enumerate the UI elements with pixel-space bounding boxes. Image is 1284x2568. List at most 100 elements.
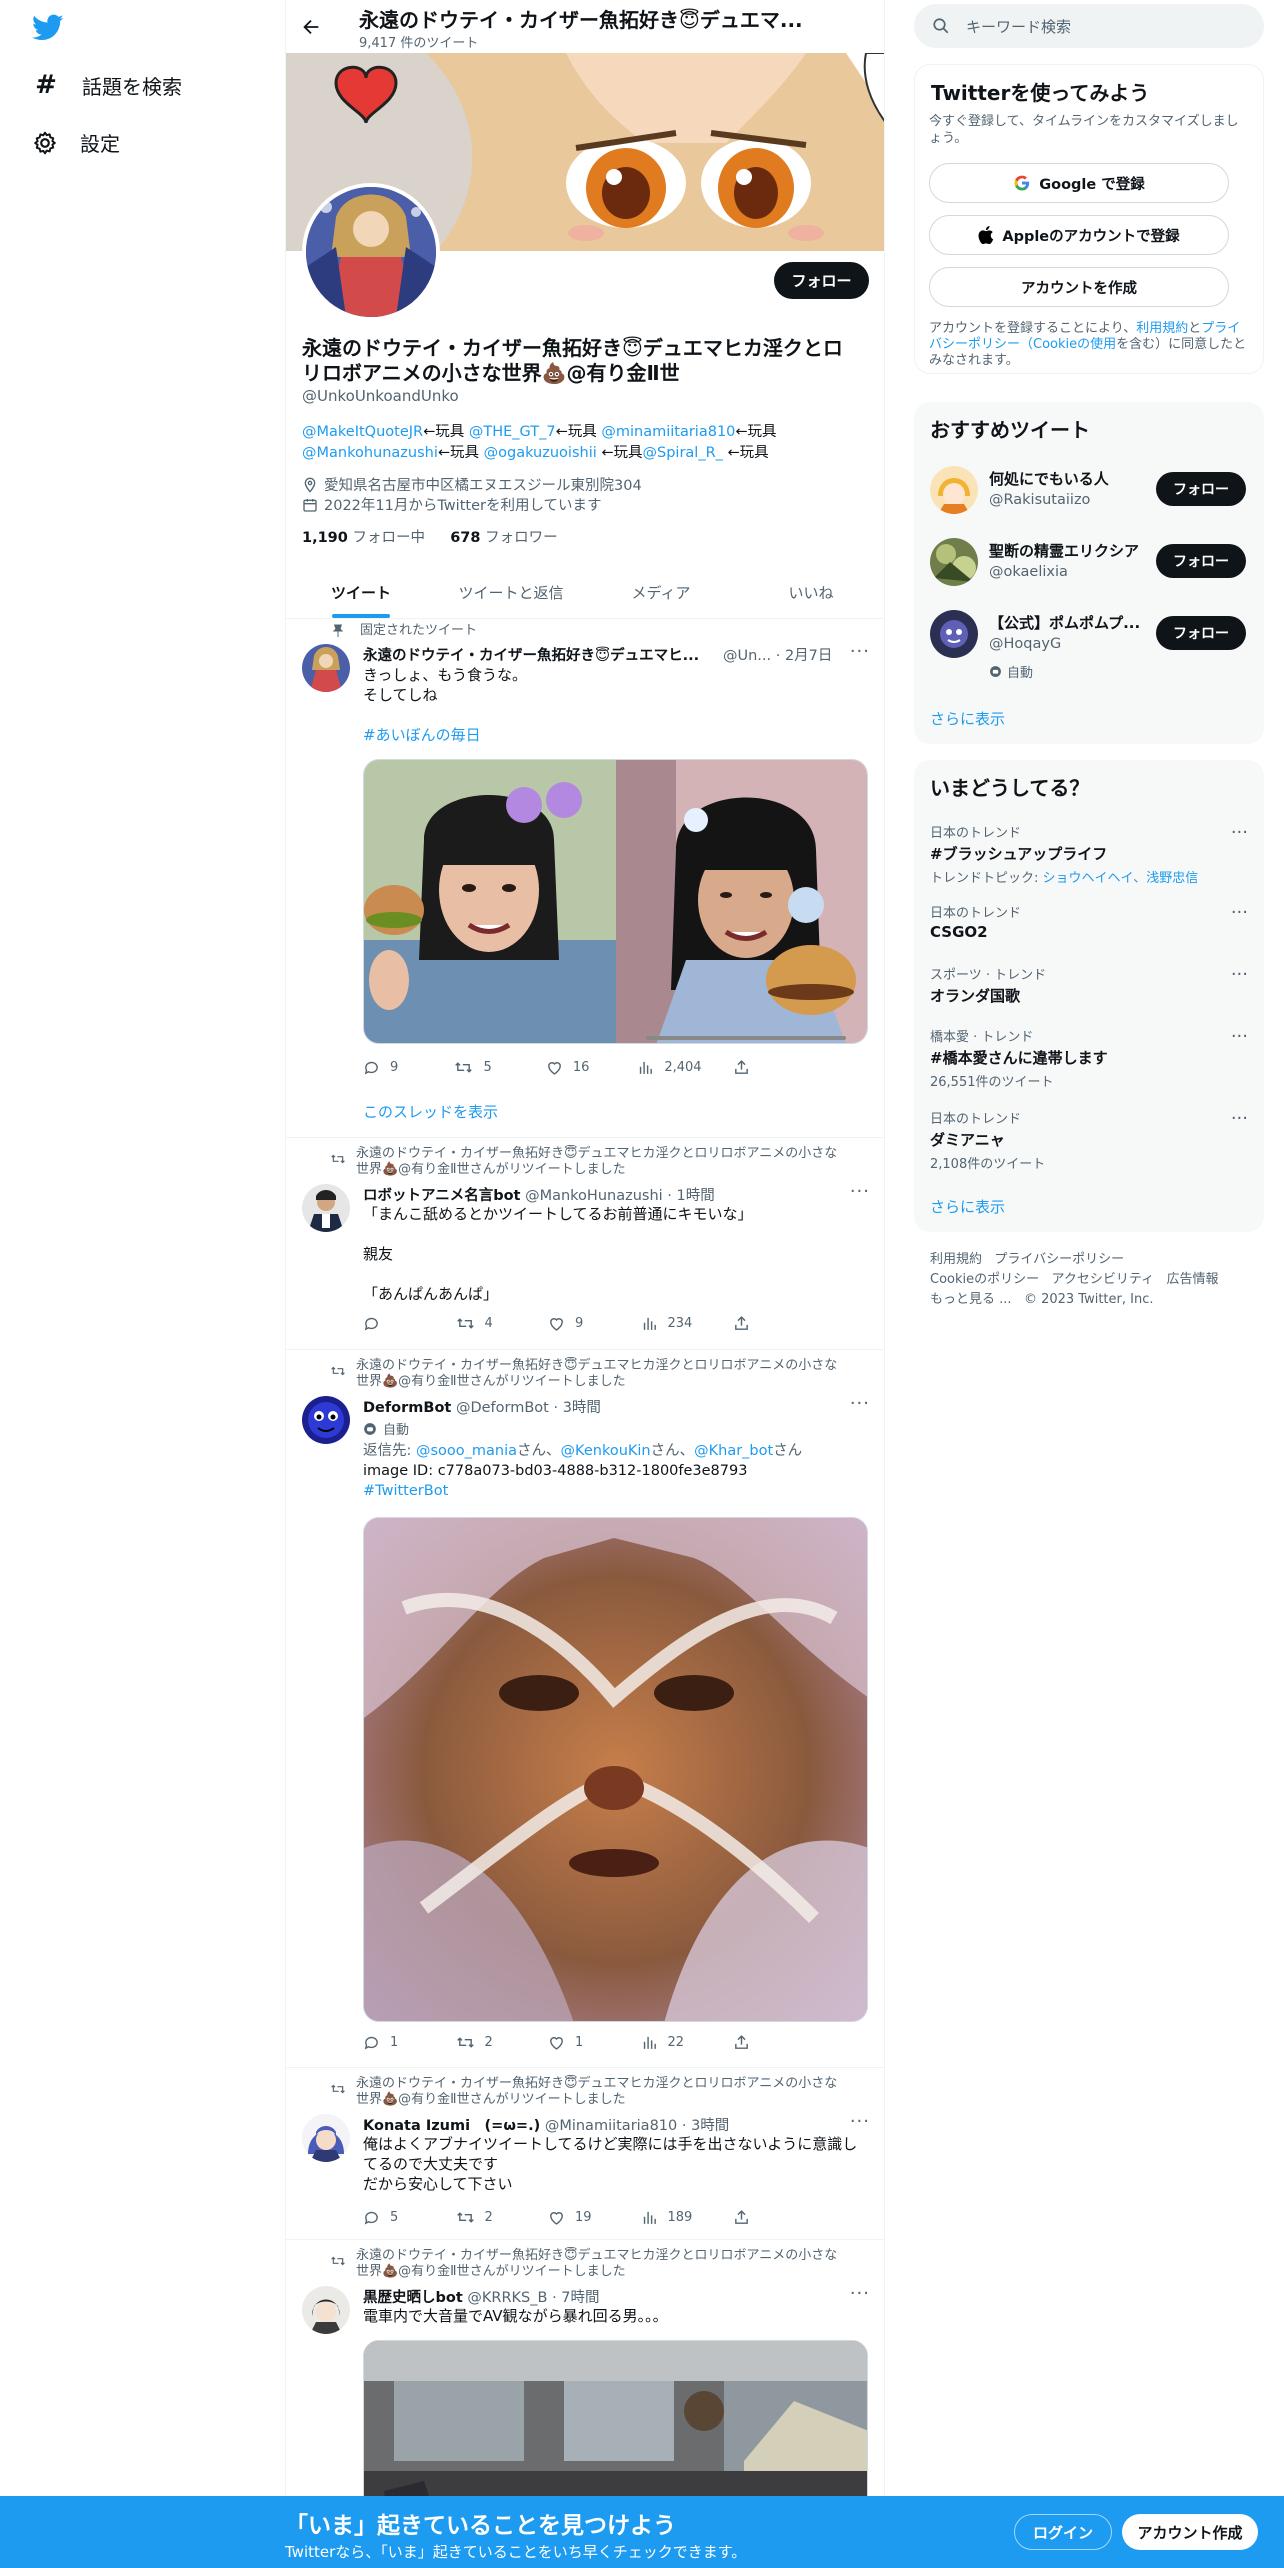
trend-topics-link[interactable]: ショウヘイヘイ、浅野忠信 — [1043, 871, 1199, 886]
terms-link[interactable]: 利用規約 — [1136, 321, 1188, 336]
tweet-author-name[interactable]: Konata Izumi (=ω=.) — [363, 2118, 540, 2134]
more-options-icon[interactable]: ··· — [1231, 1026, 1248, 1047]
like-button[interactable]: 1 — [548, 2034, 608, 2051]
more-options-icon[interactable]: ··· — [850, 2283, 870, 2304]
tweet-meta[interactable]: @DeformBot · 3時間 — [456, 1400, 601, 1416]
recommended-account[interactable]: 【公式】ポムポムプ... @HoqayG 自動 フォロー — [930, 604, 1248, 688]
mention-link[interactable]: @Khar_bot — [694, 1443, 773, 1459]
twitter-logo-icon[interactable] — [32, 14, 64, 42]
show-more-link[interactable]: さらに表示 — [930, 708, 1005, 729]
footer-cookie-link[interactable]: Cookieのポリシー — [930, 1272, 1039, 1287]
tweet-photo[interactable] — [364, 760, 616, 1043]
mention-link[interactable]: @sooo_mania — [416, 1443, 517, 1459]
search-input[interactable]: キーワード検索 — [966, 16, 1071, 37]
avatar[interactable] — [930, 466, 978, 514]
like-button[interactable]: 16 — [546, 1059, 606, 1076]
nav-settings[interactable]: 設定 — [32, 128, 120, 157]
avatar[interactable] — [302, 644, 350, 692]
more-options-icon[interactable]: ··· — [850, 1181, 870, 1202]
reply-button[interactable] — [363, 1315, 423, 1332]
footer-ads-link[interactable]: 広告情報 — [1167, 1272, 1219, 1287]
show-more-link[interactable]: さらに表示 — [930, 1196, 1005, 1217]
hashtag-link[interactable]: #あいぼんの毎日 — [363, 725, 868, 745]
trend-item[interactable]: 日本のトレンド ダミアニャ 2,108件のツイート ··· — [930, 1108, 1248, 1172]
google-signup-button[interactable]: Google で登録 — [929, 163, 1229, 203]
footer-more-link[interactable]: もっと見る ... — [930, 1292, 1012, 1307]
tweet-retweet[interactable]: 永遠のドウテイ・カイザー魚拓好き😇デュエマヒカ淫クとロリロボアニメの小さな世界💩… — [286, 1138, 884, 1350]
retweet-context-text[interactable]: 永遠のドウテイ・カイザー魚拓好き😇デュエマヒカ淫クとロリロボアニメの小さな世界💩… — [356, 1358, 850, 1390]
trend-item[interactable]: 日本のトレンド #ブラッシュアップライフ トレンドトピック: ショウヘイヘイ、浅… — [930, 822, 1248, 886]
tweet-photo[interactable] — [363, 1517, 868, 2022]
tweet-pinned[interactable]: 固定されたツイート 永遠のドウテイ・カイザー魚拓好き😇デュエマヒ... @Un.… — [286, 619, 884, 1138]
tweet-photo[interactable] — [616, 760, 867, 1043]
more-options-icon[interactable]: ··· — [1231, 902, 1248, 923]
retweet-context-text[interactable]: 永遠のドウテイ・カイザー魚拓好き😇デュエマヒカ淫クとロリロボアニメの小さな世界💩… — [356, 1146, 850, 1178]
recommended-account[interactable]: 聖断の精霊エリクシア @okaelixia フォロー — [930, 532, 1248, 592]
reply-button[interactable]: 5 — [363, 2209, 423, 2226]
tweet-author-name[interactable]: ロボットアニメ名言bot — [363, 1188, 520, 1204]
bio-mention-link[interactable]: @minamiitaria810 — [601, 424, 735, 440]
views-button[interactable]: 2,404 — [637, 1059, 702, 1076]
like-button[interactable]: 9 — [548, 1315, 608, 1332]
tab-likes[interactable]: いいね — [736, 566, 884, 618]
reply-button[interactable]: 9 — [363, 1059, 423, 1076]
tweet-author-name[interactable]: DeformBot — [363, 1400, 451, 1416]
hashtag-link[interactable]: #TwitterBot — [363, 1481, 868, 1501]
trend-item[interactable]: 日本のトレンド CSGO2 ··· — [930, 902, 1248, 941]
recommended-account[interactable]: 何処にでもいる人 @Rakisutaiizo フォロー — [930, 460, 1248, 520]
mention-link[interactable]: @KenkouKin — [561, 1443, 651, 1459]
avatar[interactable] — [302, 2286, 350, 2334]
bio-mention-link[interactable]: @ogakuzuoishii — [484, 445, 597, 461]
more-options-icon[interactable]: ··· — [850, 1393, 870, 1414]
tweet-meta[interactable]: @KRRKS_B · 7時間 — [467, 2290, 599, 2306]
tab-tweets[interactable]: ツイート — [286, 566, 436, 618]
views-button[interactable]: 22 — [641, 2034, 701, 2051]
login-button[interactable]: ログイン — [1014, 2514, 1112, 2550]
retweet-button[interactable]: 2 — [456, 2209, 516, 2226]
follow-button[interactable]: フォロー — [1156, 616, 1246, 650]
more-options-icon[interactable]: ··· — [1231, 822, 1248, 843]
avatar[interactable] — [302, 1184, 350, 1232]
retweet-context-text[interactable]: 永遠のドウテイ・カイザー魚拓好き😇デュエマヒカ淫クとロリロボアニメの小さな世界💩… — [356, 2248, 850, 2280]
share-button[interactable] — [733, 1059, 793, 1076]
bio-mention-link[interactable]: @THE_GT_7 — [469, 424, 556, 440]
like-button[interactable]: 19 — [548, 2209, 608, 2226]
reply-button[interactable]: 1 — [363, 2034, 423, 2051]
avatar[interactable] — [302, 1396, 350, 1444]
show-thread-link[interactable]: このスレッドを表示 — [363, 1101, 498, 1122]
tweet-author-name[interactable]: 永遠のドウテイ・カイザー魚拓好き😇デュエマヒ... — [363, 648, 699, 664]
more-options-icon[interactable]: ··· — [1231, 964, 1248, 985]
retweet-button[interactable]: 2 — [456, 2034, 516, 2051]
follow-button[interactable]: フォロー — [1156, 544, 1246, 578]
trend-item[interactable]: スポーツ · トレンド オランダ国歌 ··· — [930, 964, 1248, 1006]
avatar[interactable] — [302, 2114, 350, 2162]
tweet-meta[interactable]: @Minamiitaria810 · 3時間 — [545, 2118, 729, 2134]
share-button[interactable] — [733, 2034, 793, 2051]
signup-button[interactable]: アカウント作成 — [1122, 2514, 1258, 2550]
profile-follow-button[interactable]: フォロー — [774, 262, 869, 299]
bio-mention-link[interactable]: @Spiral_R_ — [643, 445, 723, 461]
follow-button[interactable]: フォロー — [1156, 472, 1246, 506]
back-arrow-icon[interactable] — [300, 16, 322, 38]
retweet-button[interactable]: 5 — [454, 1059, 514, 1076]
retweet-button[interactable]: 4 — [456, 1315, 516, 1332]
profile-avatar[interactable] — [302, 183, 440, 321]
avatar[interactable] — [930, 610, 978, 658]
tab-tweets-and-replies[interactable]: ツイートと返信 — [436, 566, 586, 618]
create-account-button[interactable]: アカウントを作成 — [929, 267, 1229, 307]
footer-accessibility-link[interactable]: アクセシビリティ — [1052, 1272, 1155, 1287]
tweet-retweet[interactable]: 永遠のドウテイ・カイザー魚拓好き😇デュエマヒカ淫クとロリロボアニメの小さな世界💩… — [286, 1350, 884, 2068]
views-button[interactable]: 234 — [641, 1315, 701, 1332]
search-bar[interactable]: キーワード検索 — [914, 4, 1264, 48]
bio-mention-link[interactable]: @MakeItQuoteJR — [302, 424, 423, 440]
more-options-icon[interactable]: ··· — [1231, 1108, 1248, 1129]
tab-media[interactable]: メディア — [586, 566, 736, 618]
tweet-retweet[interactable]: 永遠のドウテイ・カイザー魚拓好き😇デュエマヒカ淫クとロリロボアニメの小さな世界💩… — [286, 2068, 884, 2240]
followers-link[interactable]: 678 フォロワー — [450, 530, 557, 546]
tweet-meta[interactable]: @MankoHunazushi · 1時間 — [525, 1188, 715, 1204]
avatar[interactable] — [930, 538, 978, 586]
apple-signup-button[interactable]: Appleのアカウントで登録 — [929, 215, 1229, 255]
tweet-meta[interactable]: @Un... · 2月7日 — [723, 644, 843, 665]
share-button[interactable] — [733, 2209, 793, 2226]
more-options-icon[interactable]: ··· — [850, 2111, 870, 2132]
